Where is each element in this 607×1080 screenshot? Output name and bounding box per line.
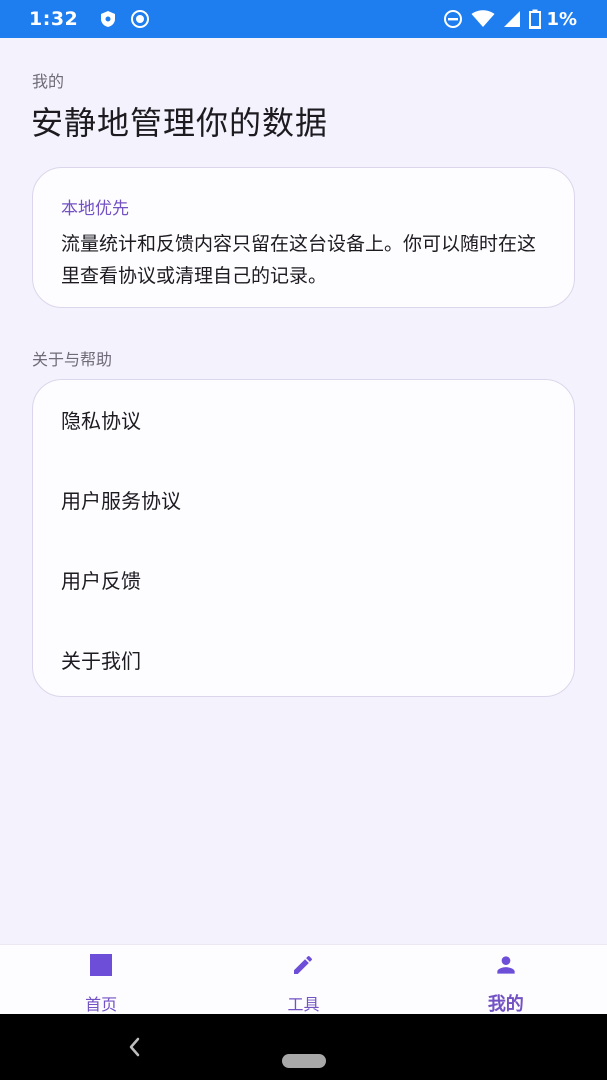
- menu-item-label: 关于我们: [61, 648, 141, 673]
- bottom-navigation: 首页 工具 我的: [0, 944, 607, 1015]
- status-bar: 1:32 1%: [0, 0, 607, 38]
- nav-label-home: 首页: [85, 995, 118, 1014]
- pencil-icon: [289, 952, 317, 977]
- menu-item-feedback[interactable]: 用户反馈: [33, 539, 574, 619]
- about-menu-card: 隐私协议 用户服务协议 用户反馈 关于我们: [32, 379, 575, 697]
- back-chevron-icon[interactable]: [125, 1036, 145, 1058]
- info-card-text: 流量统计和反馈内容只留在这台设备上。你可以随时在这里查看协议或清理自己的记录。: [61, 233, 537, 287]
- section-label-about: 关于与帮助: [32, 350, 113, 369]
- nav-item-mine[interactable]: 我的: [405, 945, 607, 1015]
- status-time: 1:32: [29, 8, 79, 30]
- cellular-signal-icon: [503, 10, 521, 28]
- status-bar-right: 1%: [435, 9, 577, 30]
- do-not-disturb-icon: [443, 9, 463, 29]
- status-bar-left: 1:32: [29, 8, 164, 30]
- system-navigation-bar: [0, 1014, 607, 1080]
- home-pill-button[interactable]: [282, 1054, 326, 1068]
- nav-label-mine: 我的: [487, 994, 524, 1015]
- menu-item-about-us[interactable]: 关于我们: [33, 619, 574, 699]
- home-square-icon: [87, 952, 115, 977]
- vpn-shield-icon: [100, 10, 116, 28]
- menu-item-user-agreement[interactable]: 用户服务协议: [33, 459, 574, 539]
- menu-item-label: 隐私协议: [61, 408, 141, 433]
- screen-record-icon: [130, 9, 150, 29]
- nav-item-tools[interactable]: 工具: [202, 945, 404, 1015]
- page-title: 安静地管理你的数据: [31, 104, 329, 142]
- nav-item-home[interactable]: 首页: [0, 945, 202, 1015]
- page-eyebrow: 我的: [32, 72, 65, 91]
- nav-label-tools: 工具: [287, 995, 320, 1014]
- info-card-label: 本地优先: [61, 199, 129, 219]
- menu-item-label: 用户反馈: [61, 568, 141, 593]
- battery-percent: 1%: [546, 8, 577, 30]
- person-icon: [492, 952, 520, 978]
- wifi-icon: [471, 10, 495, 28]
- local-first-card: 本地优先 流量统计和反馈内容只留在这台设备上。你可以随时在这里查看协议或清理自己…: [32, 167, 575, 308]
- menu-item-label: 用户服务协议: [61, 488, 181, 513]
- menu-item-privacy-policy[interactable]: 隐私协议: [33, 379, 574, 459]
- battery-icon: [529, 9, 542, 29]
